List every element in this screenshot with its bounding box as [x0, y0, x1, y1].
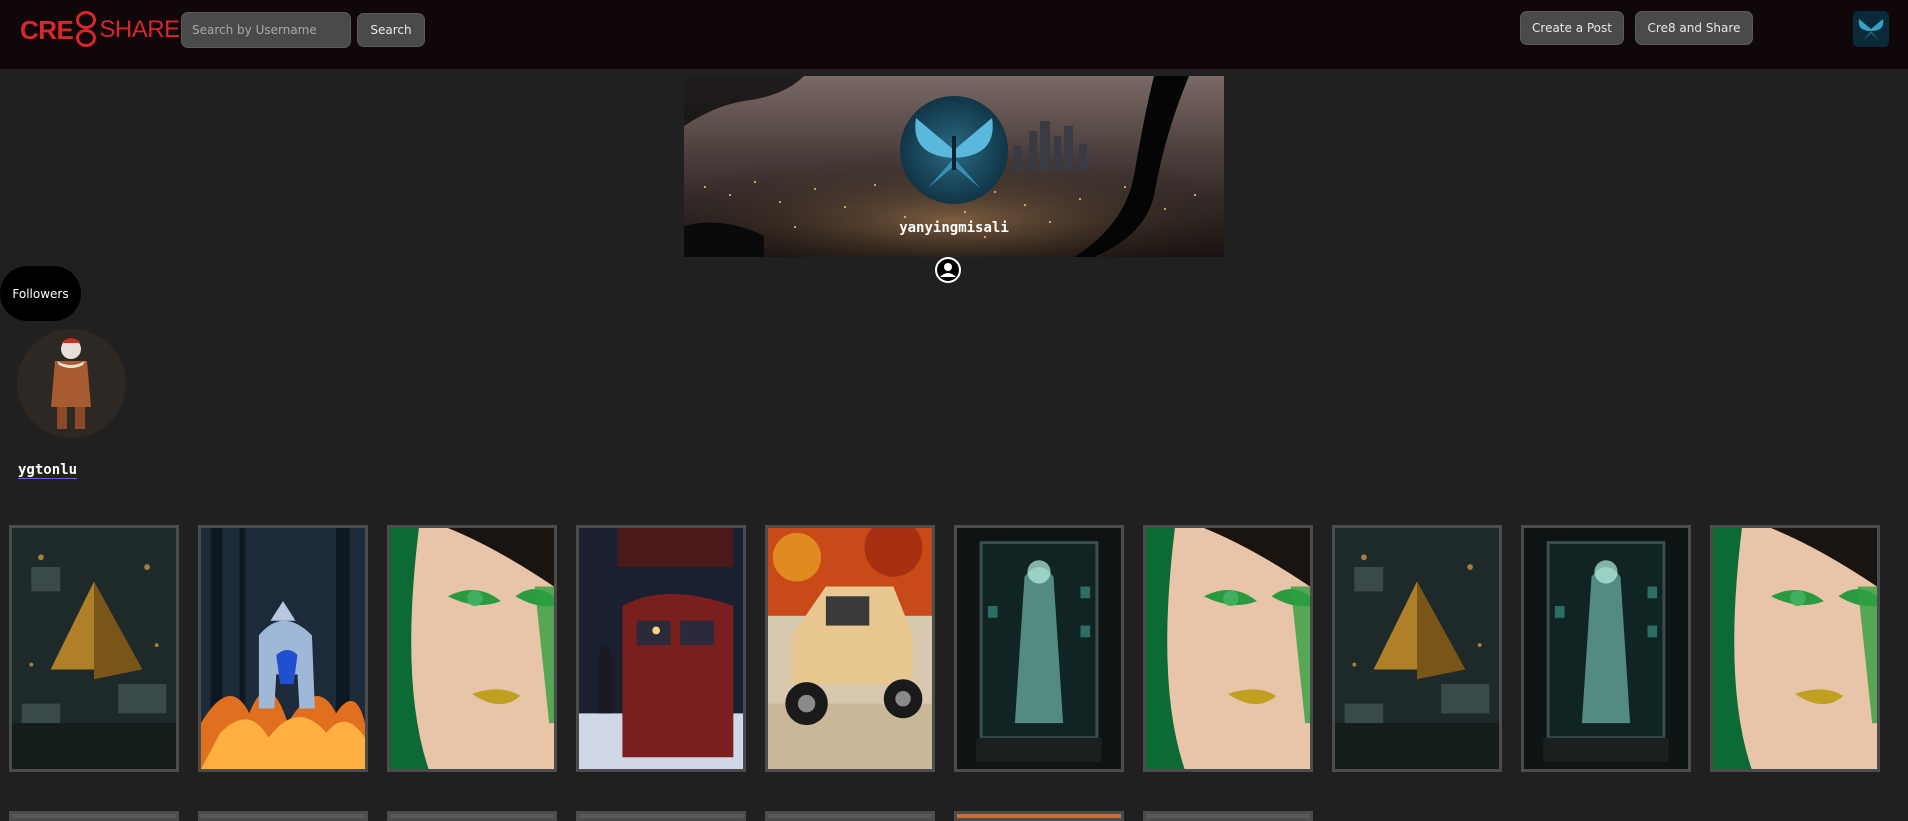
logo-text-cre: CRE — [20, 14, 74, 45]
follower-username[interactable]: ygtonlu — [18, 462, 78, 479]
post-thumbnail[interactable] — [1710, 525, 1880, 772]
cre8share-logo[interactable]: CRE SHARE — [20, 10, 180, 50]
profile-username: yanyingmisali — [899, 220, 1009, 236]
follower-avatar[interactable] — [17, 329, 126, 438]
post-thumbnail[interactable] — [1521, 525, 1691, 772]
post-thumbnail[interactable] — [198, 525, 368, 772]
logo-text-share: SHARE — [99, 16, 180, 43]
search-input[interactable] — [181, 12, 351, 48]
post-thumbnail[interactable] — [1332, 525, 1502, 772]
profile-picture — [900, 96, 1008, 204]
post-thumbnail[interactable] — [9, 525, 179, 772]
search-button[interactable]: Search — [357, 13, 425, 47]
user-avatar[interactable] — [1853, 11, 1889, 47]
post-thumbnail[interactable] — [387, 525, 557, 772]
cre8-and-share-button[interactable]: Cre8 and Share — [1635, 11, 1753, 45]
post-thumbnail[interactable] — [954, 525, 1124, 772]
followers-tab[interactable]: Followers — [0, 266, 81, 321]
follow-user-icon[interactable] — [934, 256, 962, 284]
create-post-button[interactable]: Create a Post — [1520, 11, 1624, 45]
top-navigation-bar: CRE SHARE Search Create a Post Cre8 and … — [0, 0, 1908, 71]
post-thumbnail[interactable] — [576, 525, 746, 772]
logo-8-icon — [74, 10, 98, 50]
post-thumbnail[interactable] — [765, 525, 935, 772]
post-thumbnail[interactable] — [1143, 525, 1313, 772]
